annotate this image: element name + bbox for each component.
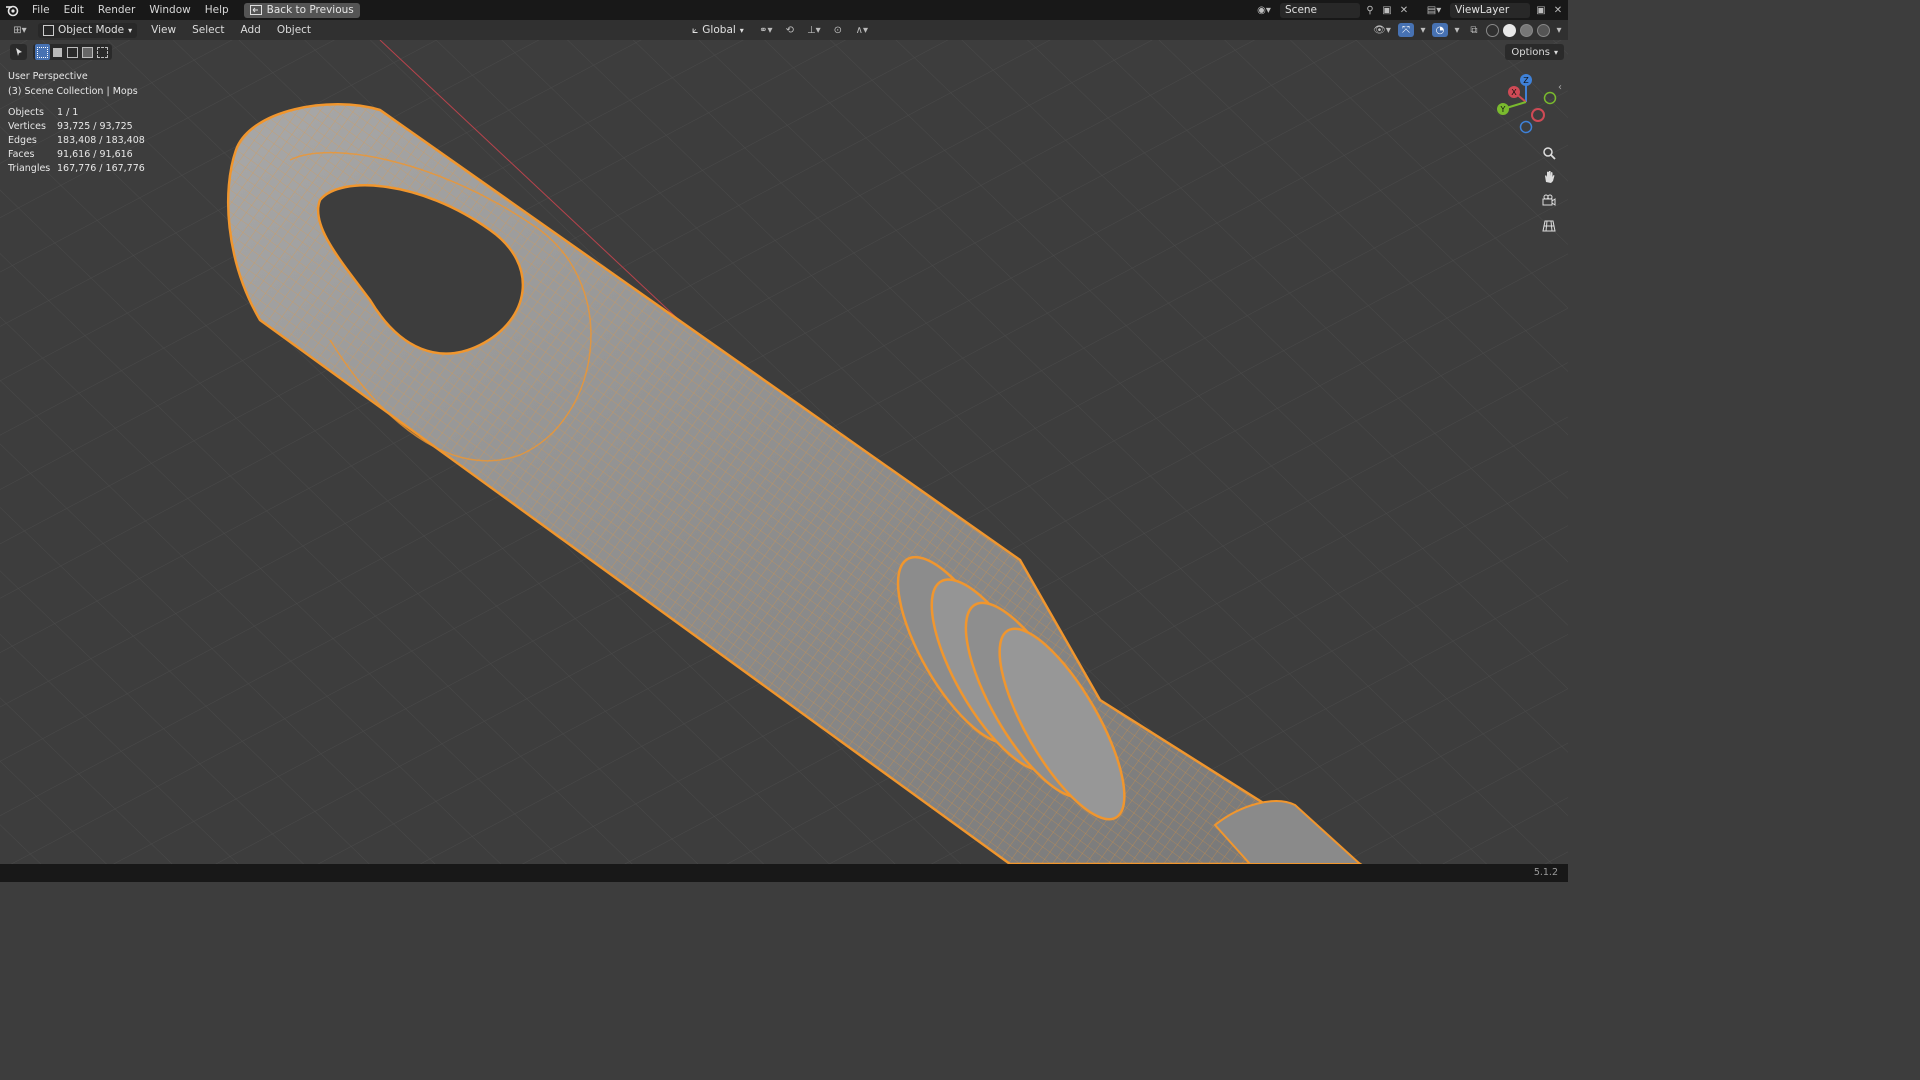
stat-value: 93,725 / 93,725 [57,121,133,132]
chevron-down-icon: ▾ [128,25,133,35]
transform-orientation-dropdown[interactable]: ⟀ Global ▾ [687,23,749,38]
viewport-canvas[interactable] [0,0,1568,882]
object-mode-icon [43,24,54,36]
gizmo-neg-z-axis[interactable] [1519,120,1533,134]
pin-icon[interactable]: ⚲ [1364,5,1376,16]
mode-dropdown[interactable]: Object Mode ▾ [38,22,138,38]
editor-type-icon[interactable]: ⊞▾ [6,25,34,36]
view-layer-name: ViewLayer [1455,4,1510,16]
view-layer-field[interactable]: ViewLayer [1450,2,1530,18]
gizmo-neg-x-axis[interactable] [1531,108,1545,122]
scene-name: Scene [1285,4,1318,16]
blender-logo-icon[interactable] [5,3,19,17]
camera-view-icon[interactable] [1539,191,1559,211]
delete-viewlayer-icon[interactable]: ✕ [1552,5,1564,16]
tool-row [10,44,112,60]
viewlayer-browse-icon[interactable]: ▤▾ [1422,5,1446,16]
gizmo-dropdown-icon[interactable]: ▾ [1418,25,1428,36]
top-bar: File Edit Render Window Help Back to Pre… [0,0,1568,20]
selection-mode-group [33,44,112,60]
solid-shading-icon[interactable] [1503,23,1516,37]
menu-object[interactable]: Object [269,24,319,36]
collection-label: (3) Scene Collection | Mops [8,86,138,97]
scene-browse-icon[interactable]: ◉▾ [1252,5,1276,16]
shading-dropdown-icon[interactable]: ▾ [1554,25,1564,36]
gizmo-neg-y-axis[interactable] [1543,91,1557,105]
mode-label: Object Mode [58,24,125,36]
version-label: 5.1.2 [1533,867,1558,878]
orientation-label: Global [702,24,736,36]
viewport-header: ⊞▾ Object Mode ▾ View Select Add Object … [0,20,1568,40]
stat-row: Triangles 167,776 / 167,776 [8,162,145,176]
falloff-icon[interactable]: ∧▾ [851,25,873,36]
stat-value: 91,616 / 91,616 [57,149,133,160]
overlays-dropdown-icon[interactable]: ▾ [1452,25,1462,36]
stat-label: Faces [8,149,35,160]
perspective-label: User Perspective [8,71,88,82]
gizmo-x-label: X [1511,88,1517,97]
pivot-icon[interactable]: ⚭▾ [755,25,777,36]
proportional-edit-icon[interactable]: ⊙ [831,25,845,36]
menu-add[interactable]: Add [233,24,269,36]
stat-label: Edges [8,135,37,146]
sidebar-toggle-icon[interactable]: ‹ [1558,82,1562,93]
gizmo-toggle-icon[interactable]: ⤧ [1398,23,1414,37]
chevron-down-icon: ▾ [739,25,744,35]
stat-value: 167,776 / 167,776 [57,163,145,174]
rendered-shading-icon[interactable] [1537,23,1550,37]
stat-label: Triangles [8,163,51,174]
zoom-icon[interactable] [1539,143,1559,163]
wireframe-shading-icon[interactable] [1486,23,1499,37]
menu-window[interactable]: Window [142,0,197,20]
viewport-info: User Perspective (3) Scene Collection | … [8,70,138,99]
options-dropdown[interactable]: Options ▾ [1505,44,1564,60]
snap-toggle-icon[interactable]: ⟲ [783,25,797,36]
scene-statistics: Objects 1 / 1 Vertices 93,725 / 93,725 Edg… [8,106,145,176]
xray-toggle-icon[interactable]: ⧉ [1466,25,1482,36]
select-extend-icon[interactable] [50,44,65,60]
stat-label: Objects [8,107,44,118]
chevron-down-icon: ▾ [1553,47,1558,57]
new-viewlayer-icon[interactable]: ▣ [1534,5,1548,16]
scene-name-field[interactable]: Scene [1280,2,1360,18]
status-bar: 5.1.2 [0,864,1568,882]
stat-row: Edges 183,408 / 183,408 [8,134,145,148]
back-button-label: Back to Previous [266,4,354,16]
stat-value: 1 / 1 [57,107,79,118]
menu-edit[interactable]: Edit [57,0,91,20]
options-label: Options [1511,46,1550,58]
delete-scene-icon[interactable]: ✕ [1398,5,1410,16]
visibility-icon[interactable]: 👁▾ [1370,25,1394,36]
menu-render[interactable]: Render [91,0,142,20]
snap-target-icon[interactable]: ⊥▾ [803,25,825,36]
select-new-icon[interactable] [35,44,50,60]
menu-select[interactable]: Select [184,24,232,36]
back-to-previous-button[interactable]: Back to Previous [243,2,360,18]
select-subtract-icon[interactable] [65,44,80,60]
overlays-toggle-icon[interactable]: ◔ [1432,23,1448,37]
stat-label: Vertices [8,121,46,132]
pan-hand-icon[interactable] [1539,167,1559,187]
navigation-gizmo[interactable]: Z X Y [1492,72,1562,142]
material-shading-icon[interactable] [1520,23,1533,37]
select-intersect-icon[interactable] [95,44,110,60]
gizmo-z-label: Z [1523,76,1529,85]
stat-row: Faces 91,616 / 91,616 [8,148,145,162]
back-icon [249,5,262,15]
orientation-icon: ⟀ [692,23,699,36]
stat-value: 183,408 / 183,408 [57,135,145,146]
stat-row: Vertices 93,725 / 93,725 [8,120,145,134]
gizmo-y-label: Y [1500,105,1506,114]
menu-view[interactable]: View [143,24,184,36]
perspective-toggle-icon[interactable] [1539,216,1559,236]
stat-row: Objects 1 / 1 [8,106,145,120]
select-invert-icon[interactable] [80,44,95,60]
menu-file[interactable]: File [25,0,57,20]
cursor-icon [15,48,22,56]
select-tool-button[interactable] [10,44,27,60]
new-scene-icon[interactable]: ▣ [1380,5,1394,16]
menu-help[interactable]: Help [198,0,236,20]
